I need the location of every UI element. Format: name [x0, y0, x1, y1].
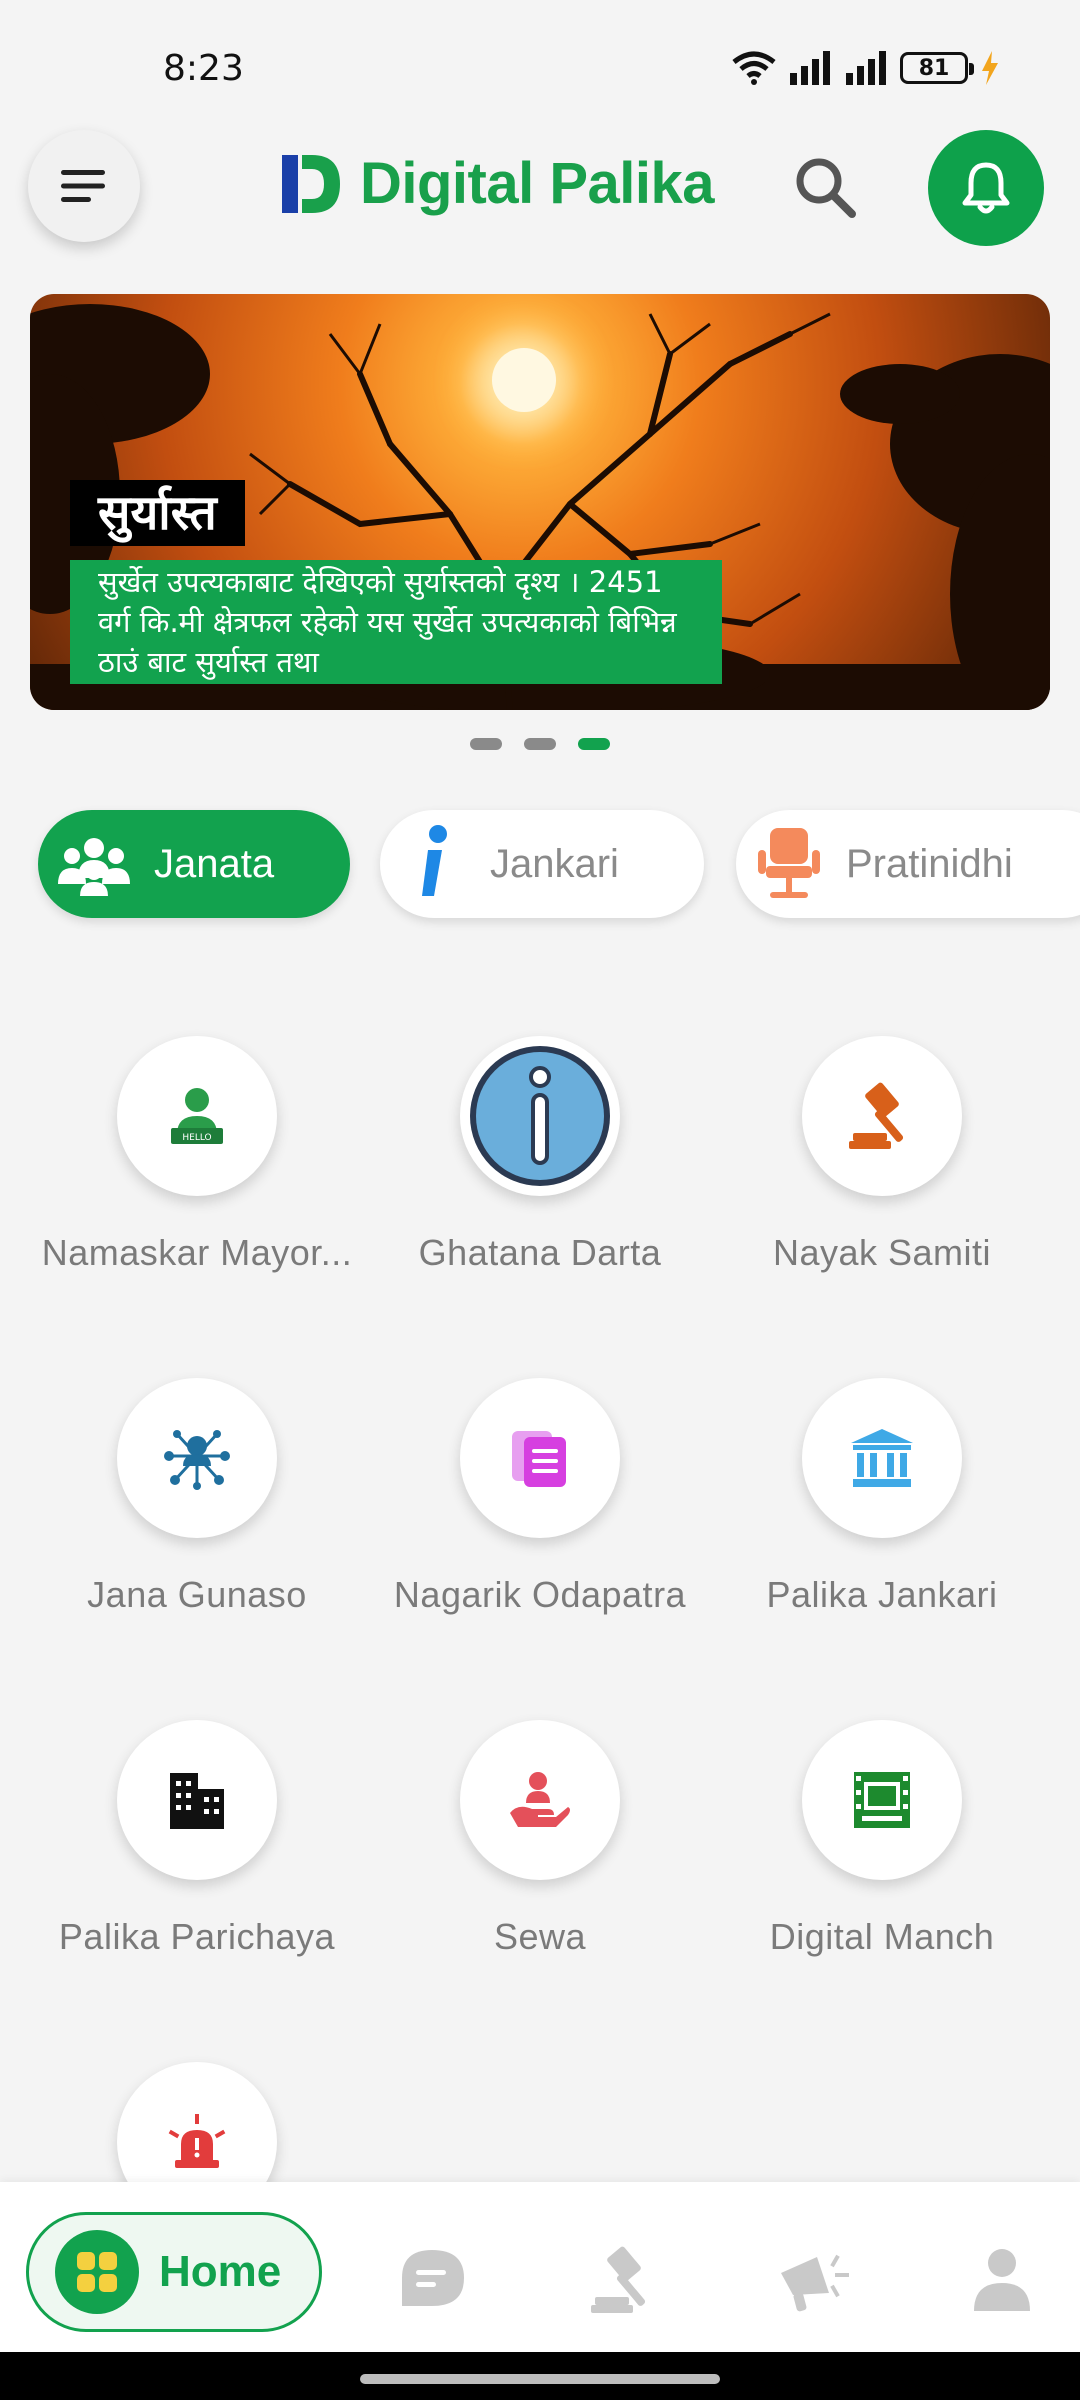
- service-icon-circle: [802, 1378, 962, 1538]
- charging-icon: [982, 51, 998, 85]
- service-icon-circle: [117, 1720, 277, 1880]
- status-icons: 81: [732, 50, 1000, 86]
- service-icon-circle: [802, 1720, 962, 1880]
- hamburger-icon: [61, 170, 105, 202]
- service-ghatana-darta[interactable]: Ghatana Darta: [370, 1036, 710, 1274]
- nav-home-icon-circle: [55, 2230, 139, 2314]
- service-icon-circle: HELLO: [117, 1036, 277, 1196]
- chair-icon: [758, 828, 820, 898]
- chat-icon: [402, 2250, 464, 2306]
- service-label: Palika Parichaya: [58, 1916, 336, 1957]
- menu-button[interactable]: [28, 130, 140, 242]
- info-circle-icon: [470, 1046, 610, 1186]
- documents-icon: [512, 1431, 566, 1487]
- battery-indicator: 81: [900, 52, 974, 84]
- svg-text:HELLO: HELLO: [182, 1133, 211, 1143]
- gavel-icon: [849, 1082, 904, 1149]
- institution-icon: [851, 1429, 913, 1487]
- tab-label: Janata: [154, 841, 275, 886]
- service-nayak-samiti[interactable]: Nayak Samiti: [712, 1036, 1052, 1274]
- service-digital-manch[interactable]: Digital Manch: [712, 1720, 1052, 1958]
- nav-home-label: Home: [159, 2247, 282, 2296]
- stage-icon: [854, 1772, 910, 1828]
- search-button[interactable]: [790, 152, 860, 222]
- carousel-dot[interactable]: [524, 738, 556, 750]
- tab-label: Pratinidhi: [846, 841, 1013, 886]
- bottom-navigation: Home: [0, 2182, 1080, 2352]
- carousel-indicator: [0, 738, 1080, 750]
- service-icon-circle: [802, 1036, 962, 1196]
- tab-janata[interactable]: Janata: [38, 810, 350, 918]
- megaphone-icon: [781, 2254, 849, 2312]
- service-jana-gunaso[interactable]: Jana Gunaso: [27, 1378, 367, 1616]
- notification-button[interactable]: [928, 130, 1044, 246]
- bell-icon: [962, 162, 1010, 214]
- helping-hand-icon: [510, 1772, 570, 1827]
- logo-icon: [282, 154, 340, 213]
- tab-label: Jankari: [490, 841, 619, 886]
- nav-announcement-button[interactable]: [774, 2240, 854, 2320]
- signal-icon: [790, 51, 830, 85]
- nav-home-button[interactable]: Home: [26, 2212, 322, 2332]
- info-icon: [422, 825, 447, 896]
- service-palika-parichaya[interactable]: Palika Parichaya: [27, 1720, 367, 1958]
- service-nagarik-odapatra[interactable]: Nagarik Odapatra: [370, 1378, 710, 1616]
- status-time: 8:23: [163, 48, 244, 89]
- service-label: Nagarik Odapatra: [393, 1574, 687, 1615]
- nav-profile-button[interactable]: [962, 2240, 1042, 2320]
- service-label: Namaskar Mayor...: [41, 1232, 353, 1273]
- service-label: Sewa: [493, 1916, 587, 1957]
- network-person-icon: [164, 1430, 230, 1490]
- service-icon-circle: [460, 1378, 620, 1538]
- service-icon-circle: [460, 1036, 620, 1196]
- service-label: Ghatana Darta: [418, 1232, 662, 1273]
- banner-description: सुर्खेत उपत्यकाबाट देखिएको सुर्यास्तको द…: [70, 560, 722, 684]
- battery-level: 81: [918, 55, 950, 81]
- gesture-handle[interactable]: [360, 2374, 720, 2384]
- banner-carousel[interactable]: सुर्यास्त सुर्खेत उपत्यकाबाट देखिएको सुर…: [30, 294, 1050, 710]
- service-icon-circle: [460, 1720, 620, 1880]
- service-palika-jankari[interactable]: Palika Jankari: [712, 1378, 1052, 1616]
- alarm-siren-icon: [168, 2114, 226, 2168]
- home-icon: [77, 2252, 117, 2292]
- tab-jankari[interactable]: Jankari: [380, 810, 704, 918]
- wifi-icon: [732, 51, 776, 85]
- service-label: Jana Gunaso: [87, 1574, 307, 1615]
- service-namaskar-mayor[interactable]: HELLO Namaskar Mayor...: [27, 1036, 367, 1274]
- tab-pratinidhi[interactable]: Pratinidhi: [736, 810, 1080, 918]
- gavel-icon: [591, 2246, 646, 2313]
- status-bar: 8:23 81: [0, 0, 1080, 120]
- carousel-dot[interactable]: [470, 738, 502, 750]
- service-label: Nayak Samiti: [772, 1232, 992, 1273]
- service-label: Palika Jankari: [766, 1574, 998, 1615]
- people-icon: [58, 838, 130, 896]
- banner-title: सुर्यास्त: [70, 480, 245, 546]
- app-name: Digital Palika: [360, 151, 715, 216]
- service-sewa[interactable]: Sewa: [370, 1720, 710, 1958]
- app-logo: Digital Palika: [280, 150, 715, 217]
- signal-icon-2: [846, 51, 886, 85]
- nav-chat-button[interactable]: [392, 2240, 472, 2320]
- profile-icon: [974, 2249, 1030, 2311]
- nav-gavel-button[interactable]: [584, 2240, 664, 2320]
- system-gesture-bar: [0, 2352, 1080, 2400]
- service-label: Digital Manch: [769, 1916, 995, 1957]
- service-icon-circle: [117, 1378, 277, 1538]
- hello-person-icon: HELLO: [171, 1088, 223, 1144]
- buildings-icon: [170, 1773, 224, 1829]
- search-icon: [796, 158, 856, 218]
- carousel-dot-active[interactable]: [578, 738, 610, 750]
